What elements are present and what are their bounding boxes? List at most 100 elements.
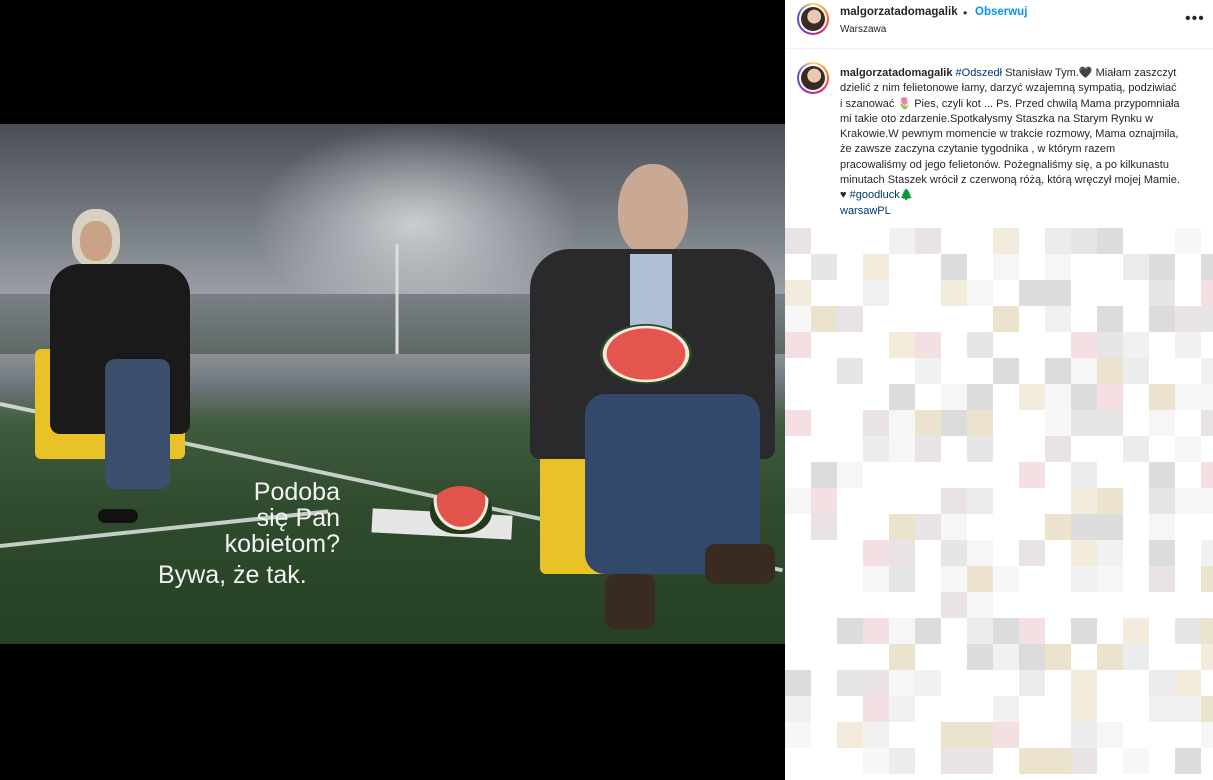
pixel-block bbox=[993, 722, 1019, 748]
pixel-block bbox=[915, 358, 941, 384]
pixel-block bbox=[863, 254, 889, 280]
pixel-block bbox=[967, 488, 993, 514]
pixel-block bbox=[1097, 566, 1123, 592]
username-link[interactable]: malgorzatadomagalik bbox=[840, 6, 958, 18]
pixel-block bbox=[1019, 748, 1045, 774]
pixel-block bbox=[1071, 566, 1097, 592]
pixel-block bbox=[1201, 540, 1213, 566]
pixel-block bbox=[889, 384, 915, 410]
location-link[interactable]: Warszawa bbox=[840, 24, 886, 35]
pixel-block bbox=[915, 228, 941, 254]
pixel-block bbox=[1045, 644, 1071, 670]
pixel-block bbox=[993, 358, 1019, 384]
pixel-block bbox=[941, 280, 967, 306]
pixel-block bbox=[1201, 254, 1213, 280]
pixel-block bbox=[811, 254, 837, 280]
pixel-block bbox=[1175, 696, 1201, 722]
pixel-block bbox=[1201, 306, 1213, 332]
pixel-block bbox=[785, 696, 811, 722]
pixel-block bbox=[941, 514, 967, 540]
pixel-block bbox=[967, 592, 993, 618]
follow-button[interactable]: Obserwuj bbox=[975, 6, 1027, 18]
pixel-block bbox=[785, 228, 811, 254]
pixel-block bbox=[889, 514, 915, 540]
pixel-block bbox=[785, 670, 811, 696]
pixel-block bbox=[1123, 254, 1149, 280]
pixel-block bbox=[889, 644, 915, 670]
pixel-block bbox=[1071, 696, 1097, 722]
post-caption: malgorzatadomagalik #Odszedł Stanisław T… bbox=[840, 66, 1180, 219]
pixel-block bbox=[837, 306, 863, 332]
pixel-block bbox=[1045, 514, 1071, 540]
pixel-block bbox=[863, 436, 889, 462]
pixel-block bbox=[1019, 384, 1045, 410]
pixel-block bbox=[1175, 670, 1201, 696]
pixel-block bbox=[967, 280, 993, 306]
pixel-block bbox=[1149, 696, 1175, 722]
pixel-block bbox=[1149, 410, 1175, 436]
pixel-block bbox=[1201, 384, 1213, 410]
post-side-panel: malgorzatadomagalik • Obserwuj Warszawa … bbox=[785, 0, 1213, 780]
pixel-block bbox=[1149, 384, 1175, 410]
pixel-block bbox=[1045, 228, 1071, 254]
pixel-block bbox=[967, 384, 993, 410]
pixel-block bbox=[889, 618, 915, 644]
pixel-block bbox=[1123, 644, 1149, 670]
hashtag-link[interactable]: #Odszedł bbox=[956, 67, 1002, 79]
pixel-block bbox=[941, 384, 967, 410]
pixel-block bbox=[1149, 540, 1175, 566]
pixel-block bbox=[1123, 618, 1149, 644]
pixel-block bbox=[785, 410, 811, 436]
pixel-block bbox=[1175, 748, 1201, 774]
avatar[interactable] bbox=[797, 62, 829, 94]
pixel-block bbox=[837, 722, 863, 748]
pixel-block bbox=[889, 696, 915, 722]
pixel-block bbox=[1097, 358, 1123, 384]
pixel-block bbox=[967, 748, 993, 774]
avatar[interactable] bbox=[797, 3, 829, 35]
pixel-block bbox=[1201, 488, 1213, 514]
watermelon-half bbox=[600, 324, 692, 384]
pixel-block bbox=[785, 722, 811, 748]
caption-line: Bywa, że tak. bbox=[158, 561, 307, 589]
pixel-block bbox=[1201, 696, 1213, 722]
hashtag-link[interactable]: #goodluck🌲 bbox=[850, 189, 914, 201]
pixel-block bbox=[967, 410, 993, 436]
pixel-block bbox=[889, 436, 915, 462]
pixel-block bbox=[1019, 540, 1045, 566]
pixel-block bbox=[941, 540, 967, 566]
pixel-block bbox=[1097, 722, 1123, 748]
pixel-block bbox=[1175, 618, 1201, 644]
pixel-block bbox=[941, 748, 967, 774]
pixel-block bbox=[811, 514, 837, 540]
watermark-link[interactable]: warsawPL bbox=[840, 205, 891, 217]
pixel-block bbox=[915, 514, 941, 540]
post-photo[interactable]: Podoba się Pan kobietom? Bywa, że tak. bbox=[0, 124, 785, 644]
pixel-block bbox=[1097, 384, 1123, 410]
pixel-block bbox=[1149, 670, 1175, 696]
pixel-block bbox=[811, 306, 837, 332]
more-options-icon[interactable]: ••• bbox=[1185, 10, 1205, 28]
pixel-block bbox=[1071, 332, 1097, 358]
pixel-block bbox=[863, 748, 889, 774]
pixel-block bbox=[1123, 748, 1149, 774]
pixel-block bbox=[1045, 280, 1071, 306]
pixel-block bbox=[785, 280, 811, 306]
pixel-block bbox=[1175, 436, 1201, 462]
pixel-block bbox=[1123, 436, 1149, 462]
pixel-block bbox=[1045, 358, 1071, 384]
pixel-block bbox=[1071, 670, 1097, 696]
pixel-block bbox=[1097, 540, 1123, 566]
pixel-block bbox=[837, 618, 863, 644]
caption-username[interactable]: malgorzatadomagalik bbox=[840, 67, 952, 79]
pixel-block bbox=[915, 332, 941, 358]
pixel-block bbox=[1045, 254, 1071, 280]
pixel-block bbox=[1071, 384, 1097, 410]
pixel-block bbox=[1071, 514, 1097, 540]
pixel-block bbox=[1097, 644, 1123, 670]
post-media[interactable]: Podoba się Pan kobietom? Bywa, że tak. bbox=[0, 0, 785, 780]
pixel-block bbox=[811, 462, 837, 488]
pixel-block bbox=[1149, 280, 1175, 306]
pixel-block bbox=[1149, 306, 1175, 332]
pixel-block bbox=[1019, 280, 1045, 306]
